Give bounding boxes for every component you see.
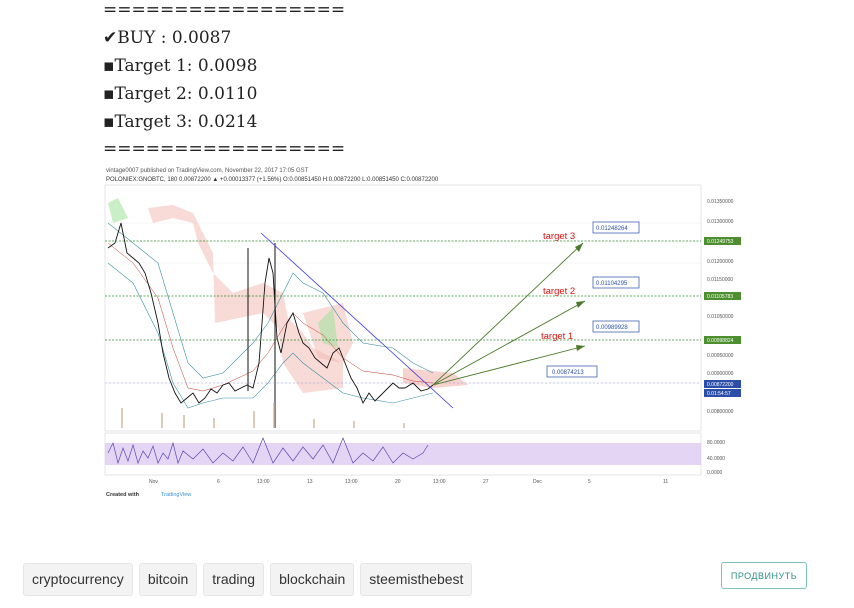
tag-trading[interactable]: trading [203,563,265,596]
tag-blockchain[interactable]: blockchain [270,563,355,596]
target-2-line: ▪Target 2: 0.0110 [103,84,258,104]
created-with-text: Created with [106,492,140,498]
svg-text:0.00998824: 0.00998824 [707,338,734,344]
svg-text:0.01249753: 0.01249753 [707,239,734,245]
svg-text:13:00: 13:00 [433,479,446,485]
svg-text:Dec: Dec [533,479,542,485]
svg-text:0.01:54:57: 0.01:54:57 [707,391,731,397]
value-label-1: 0.00989928 [596,325,628,331]
tag-bitcoin[interactable]: bitcoin [138,563,198,596]
svg-text:13:00: 13:00 [257,479,270,485]
svg-text:0.00900000: 0.00900000 [707,371,734,377]
svg-text:40.0000: 40.0000 [707,456,725,462]
svg-text:27: 27 [483,479,489,485]
svg-text:13: 13 [307,479,313,485]
target-3-line: ▪Target 3: 0.0214 [103,112,258,132]
separator-top: ================= [103,0,346,20]
chart-published-line: vintage0007 published on TradingView.com… [106,168,309,174]
tag-steemisthebest[interactable]: steemisthebest [360,563,473,596]
svg-text:0.01350000: 0.01350000 [707,199,734,205]
tag-list: cryptocurrency bitcoin trading blockchai… [23,563,473,596]
svg-text:0.01105783: 0.01105783 [707,294,733,300]
svg-text:80.0000: 80.0000 [707,440,725,446]
svg-text:6: 6 [217,479,220,485]
target-3-annotation: target 3 [543,231,575,242]
tradingview-chart-image: vintage0007 published on TradingView.com… [103,163,743,505]
value-label-2: 0.01104295 [596,281,628,287]
separator-bottom: ================= [103,139,346,159]
svg-text:0.0000: 0.0000 [707,470,723,476]
promote-button[interactable]: ПРОДВИНУТЬ [721,562,807,589]
target-1-annotation: target 1 [541,331,573,342]
tag-cryptocurrency[interactable]: cryptocurrency [23,563,133,596]
svg-text:0.01200000: 0.01200000 [707,259,734,265]
svg-text:0.01050000: 0.01050000 [707,314,734,320]
buy-line: ✔BUY : 0.0087 [103,28,232,48]
chart-symbol-line: POLONIEX:GNOBTC, 180 0.00872200 ▲ +0.000… [106,177,439,183]
svg-text:5: 5 [588,479,591,485]
tradingview-brand: TradingView [161,492,191,498]
svg-text:13:00: 13:00 [345,479,358,485]
svg-text:20: 20 [395,479,401,485]
svg-text:0.00800000: 0.00800000 [707,409,734,415]
svg-text:0.01300000: 0.01300000 [707,219,734,225]
value-label-current: 0.00874213 [552,370,584,376]
value-label-3: 0.01248264 [596,226,628,232]
svg-text:Nov: Nov [149,479,158,485]
target-1-line: ▪Target 1: 0.0098 [103,56,258,76]
target-2-annotation: target 2 [543,286,575,297]
svg-text:11: 11 [663,479,668,485]
svg-text:0.01150000: 0.01150000 [707,277,733,283]
svg-text:0.00950000: 0.00950000 [707,353,734,359]
svg-text:0.00872200: 0.00872200 [707,382,734,388]
